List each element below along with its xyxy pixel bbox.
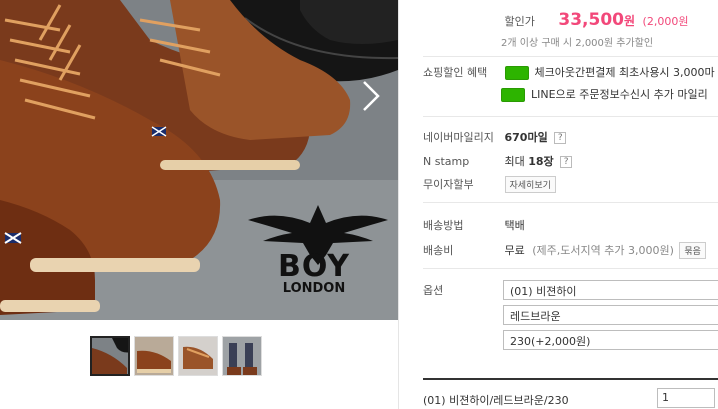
shopping-benefit-line2: LINE으로 주문정보수신시 추가 마일리 — [531, 88, 708, 101]
discount-price-row: 할인가 33,500원 (2,000원 — [423, 10, 689, 30]
mileage-label: 네이버마일리지 — [423, 131, 494, 144]
quantity-input[interactable]: 1 — [657, 388, 715, 408]
brand-logo: BOY LONDON — [240, 200, 388, 296]
mileage-row: 네이버마일리지 670마일 ? — [423, 129, 567, 145]
nstamp-row: N stamp 최대 18장 ? — [423, 153, 573, 169]
brand-logo-name: BOY — [277, 249, 351, 284]
naver-pay-icon — [504, 66, 529, 80]
thumbnail-4[interactable] — [222, 336, 262, 376]
option-select-model[interactable]: (01) 비젼하이 — [503, 280, 718, 300]
selected-option-row: (01) 비젼하이/레드브라운/230 — [423, 392, 569, 408]
shopping-benefit-row: 쇼핑할인 혜택 체크아웃간편결제 최초사용시 3,000마 — [423, 64, 715, 80]
divider — [423, 56, 718, 57]
shipping-fee-note: (제주,도서지역 추가 3,000원) — [532, 244, 674, 257]
thumbnail-strip — [90, 336, 262, 376]
shipping-method-row: 배송방법 택배 — [423, 217, 525, 233]
shipping-fee-row: 배송비 무료 (제주,도서지역 추가 3,000원) 묶음 — [423, 242, 706, 259]
shipping-fee-value: 무료 — [504, 244, 525, 257]
discount-price-currency: 원 — [623, 14, 636, 28]
divider — [423, 202, 718, 203]
nstamp-label: N stamp — [423, 155, 470, 168]
thumbnail-3[interactable] — [178, 336, 218, 376]
bundle-shipping-button[interactable]: 묶음 — [679, 242, 706, 259]
thumbnail-1[interactable] — [90, 336, 130, 376]
selected-option-text: (01) 비젼하이/레드브라운/230 — [423, 394, 569, 407]
option-select-color[interactable]: 레드브라운 — [503, 305, 718, 325]
divider — [423, 378, 718, 380]
shipping-fee-label: 배송비 — [423, 244, 454, 257]
product-info-panel: 할인가 33,500원 (2,000원 2개 이상 구매 시 2,000원 추가… — [398, 0, 718, 409]
nstamp-help-icon[interactable]: ? — [560, 156, 573, 168]
nstamp-prefix: 최대 — [504, 155, 525, 168]
discount-amount: (2,000원 — [642, 15, 689, 28]
discount-price-value: 33,500 — [558, 10, 624, 30]
mileage-help-icon[interactable]: ? — [554, 132, 567, 144]
options-row: 옵션 — [423, 282, 501, 298]
line-icon — [501, 88, 525, 102]
shopping-benefit-label: 쇼핑할인 혜택 — [423, 66, 488, 79]
installment-label: 무이자할부 — [423, 178, 474, 191]
chevron-right-icon — [363, 81, 380, 111]
shopping-benefit-row-2: LINE으로 주문정보수신시 추가 마일리 — [501, 86, 708, 102]
mileage-value: 670마일 — [504, 131, 548, 144]
divider — [423, 116, 718, 117]
installment-details-button[interactable]: 자세히보기 — [504, 176, 556, 193]
discount-price-label: 할인가 — [504, 15, 535, 28]
next-image-button[interactable] — [356, 78, 386, 114]
thumbnail-2[interactable] — [134, 336, 174, 376]
brand-logo-sub: LONDON — [282, 281, 346, 296]
shipping-method-label: 배송방법 — [423, 219, 464, 232]
options-label: 옵션 — [423, 284, 444, 297]
option-select-size[interactable]: 230(+2,000원) — [503, 330, 718, 350]
divider — [423, 268, 718, 269]
shipping-method-value: 택배 — [504, 219, 525, 232]
bulk-discount-note: 2개 이상 구매 시 2,000원 추가할인 — [501, 38, 654, 49]
nstamp-value: 18장 — [528, 155, 554, 168]
product-main-image: BOY LONDON — [0, 0, 398, 320]
shopping-benefit-line1: 체크아웃간편결제 최초사용시 3,000마 — [534, 66, 715, 79]
installment-row: 무이자할부 자세히보기 — [423, 176, 556, 193]
